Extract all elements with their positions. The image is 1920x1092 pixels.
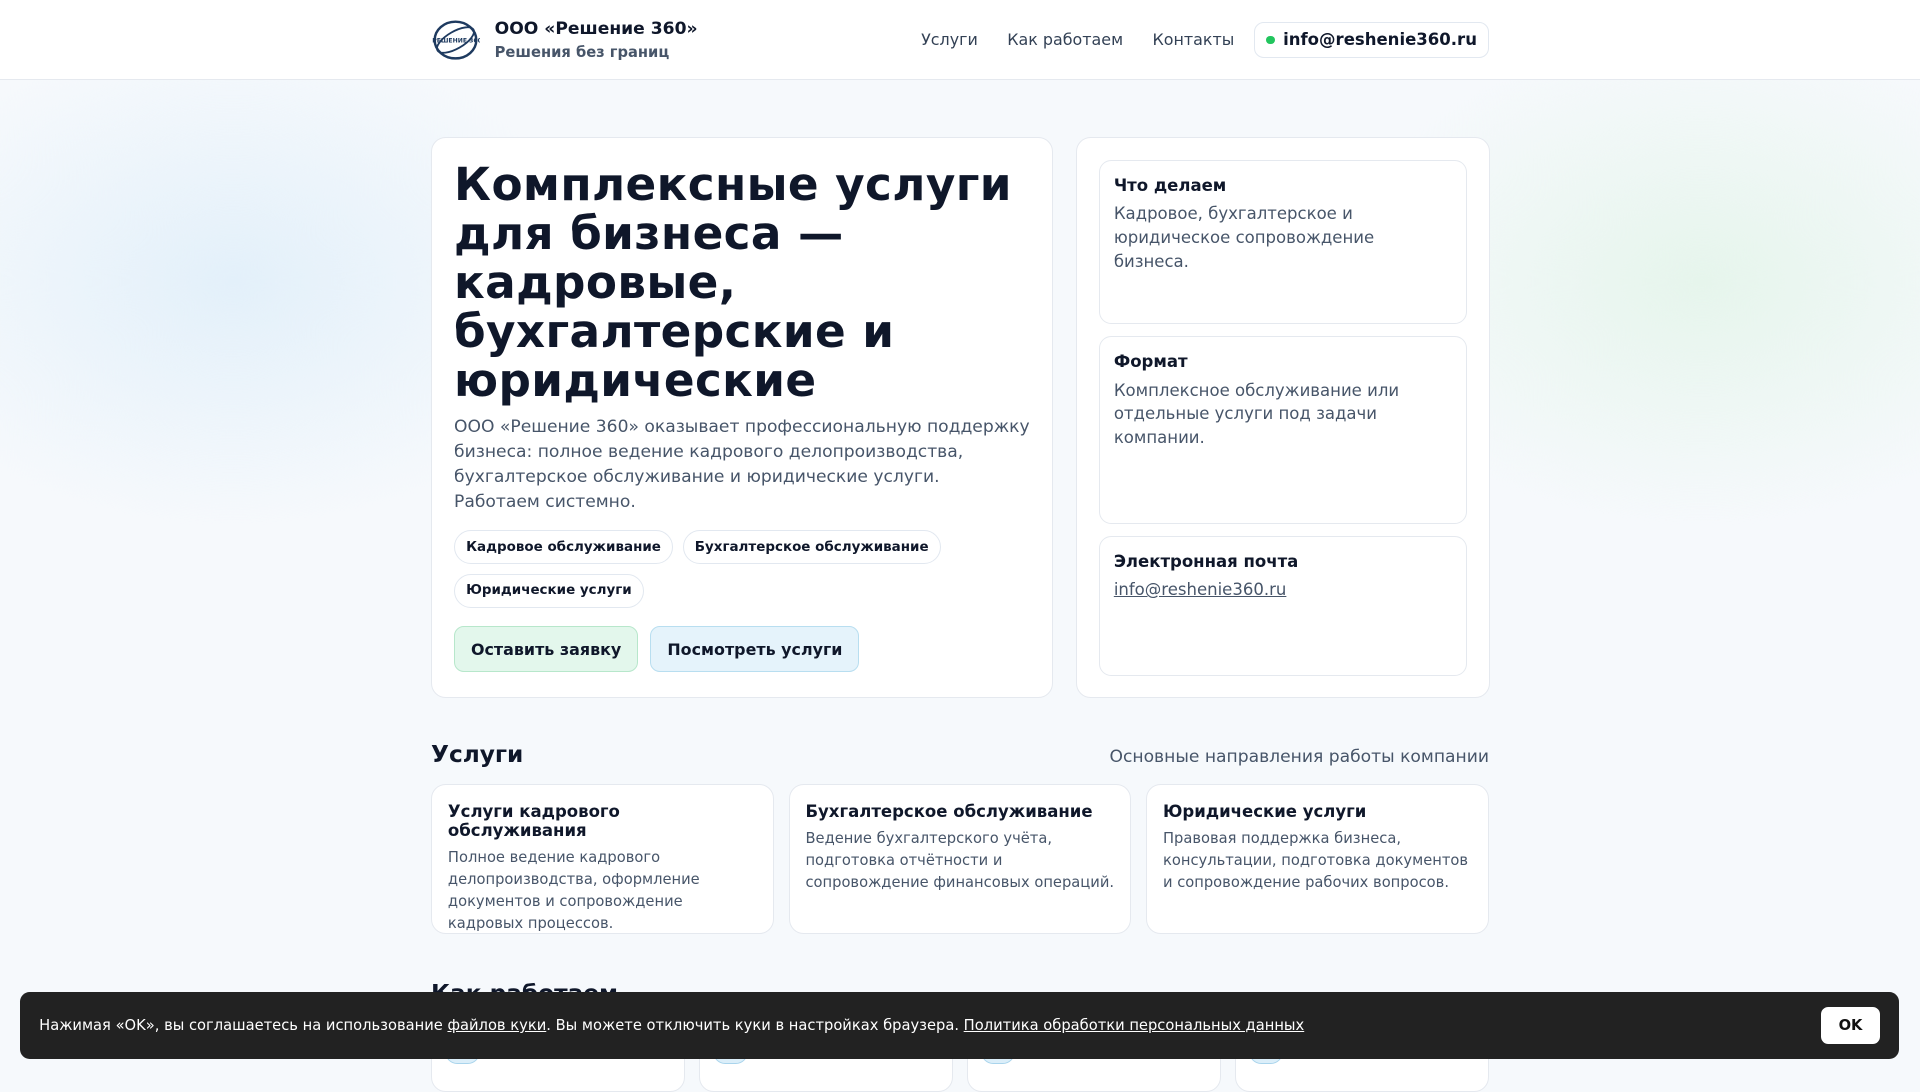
- service-title: Юридические услуги: [1162, 801, 1367, 821]
- services-heading: Услуги: [431, 740, 524, 768]
- info-panel: Что делаем Кадровое, бухгалтерское и юрид…: [1076, 137, 1491, 698]
- main-nav: Услуги Как работаем Контакты info@reshen…: [921, 21, 1489, 58]
- info-email: Электронная почта info@reshenie360.ru: [1099, 536, 1468, 676]
- service-card-hr: Услуги кадрового обслуживания Полное веде…: [431, 783, 774, 935]
- service-title: Услуги кадрового обслуживания: [447, 801, 620, 840]
- privacy-policy-link[interactable]: Политика обработки персональных данных: [964, 1017, 1305, 1034]
- chip-accounting: Бухгалтерское обслуживание: [682, 529, 941, 565]
- svg-text:РЕШЕНИЕ 360: РЕШЕНИЕ 360: [432, 37, 480, 44]
- hero-title: Комплексные услуги для бизнеса — кадровы…: [454, 158, 1012, 408]
- header-email-link[interactable]: info@reshenie360.ru: [1253, 21, 1489, 58]
- header-email-text: info@reshenie360.ru: [1283, 30, 1477, 50]
- info-what-we-do: Что делаем Кадровое, бухгалтерское и юрид…: [1099, 160, 1468, 325]
- hero-card: Комплексные услуги для бизнеса — кадровы…: [431, 137, 1054, 698]
- chip-hr: Кадровое обслуживание: [454, 529, 673, 565]
- submit-request-button[interactable]: Оставить заявку: [454, 626, 639, 672]
- nav-services[interactable]: Услуги: [921, 30, 978, 49]
- info-text: Кадровое, бухгалтерское и юридическое со…: [1113, 204, 1375, 271]
- nav-how-we-work[interactable]: Как работаем: [1007, 30, 1123, 49]
- info-format: Формат Комплексное обслуживание или отдел…: [1099, 336, 1468, 524]
- site-header: РЕШЕНИЕ 360 ООО «Решение 360» Решения без…: [0, 0, 1920, 80]
- info-title: Электронная почта: [1113, 551, 1299, 571]
- hero-lead: ООО «Решение 360» оказывает профессионал…: [454, 416, 1030, 513]
- service-card-legal: Юридические услуги Правовая поддержка биз…: [1146, 783, 1489, 935]
- view-services-button[interactable]: Посмотреть услуги: [650, 626, 860, 672]
- info-title: Что делаем: [1113, 175, 1227, 195]
- services-subtitle: Основные направления работы компании: [1109, 746, 1489, 767]
- company-logo[interactable]: РЕШЕНИЕ 360: [431, 18, 480, 62]
- service-card-accounting: Бухгалтерское обслуживание Ведение бухгал…: [788, 783, 1132, 935]
- email-link[interactable]: info@reshenie360.ru: [1114, 580, 1287, 599]
- service-text: Правовая поддержка бизнеса, консультации…: [1162, 830, 1469, 892]
- cookie-text: Нажимая «OK», вы соглашаетесь на использ…: [39, 1017, 1305, 1034]
- cookie-banner: Нажимая «OK», вы соглашаетесь на использ…: [19, 991, 1900, 1060]
- cookie-files-link[interactable]: файлов куки: [447, 1017, 546, 1034]
- service-text: Ведение бухгалтерского учёта, подготовка…: [805, 830, 1115, 892]
- service-title: Бухгалтерское обслуживание: [805, 801, 1093, 821]
- nav-contacts[interactable]: Контакты: [1152, 30, 1234, 49]
- company-name: ООО «Решение 360»: [494, 18, 698, 39]
- status-dot-icon: [1265, 35, 1275, 45]
- company-tagline: Решения без границ: [494, 43, 670, 61]
- info-text: Комплексное обслуживание или отдельные у…: [1113, 380, 1400, 448]
- service-text: Полное ведение кадрового делопроизводств…: [447, 849, 700, 933]
- info-title: Формат: [1113, 352, 1188, 372]
- chip-legal: Юридические услуги: [454, 573, 644, 609]
- cookie-ok-button[interactable]: OK: [1821, 1007, 1880, 1044]
